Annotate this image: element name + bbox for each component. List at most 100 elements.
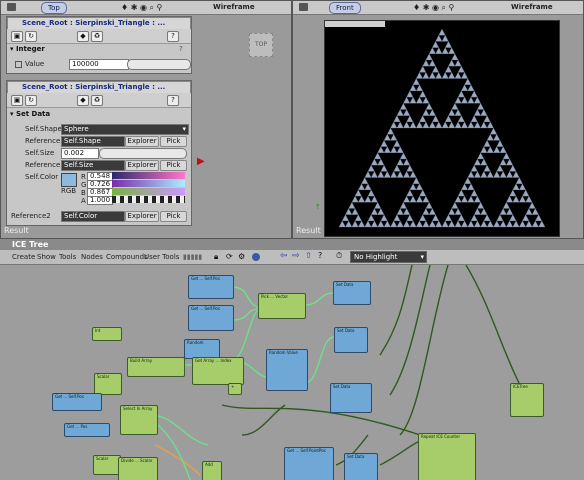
graph-node[interactable]: Repeat ICE Counter (418, 433, 476, 480)
menu-create[interactable]: Create (12, 253, 35, 261)
menu-show[interactable]: Show (37, 253, 56, 261)
shape-dropdown[interactable]: Sphere ▾ (61, 124, 189, 135)
lock-icon[interactable]: ▣ (11, 31, 23, 42)
left-viewport-toolbar: Top ♦ ✱ ◉ ⌕ ⚲ Wireframe (1, 1, 291, 15)
recycle-icon[interactable]: ♻ (91, 31, 103, 42)
timer-icon[interactable]: ⏱ (336, 251, 342, 261)
value-input[interactable]: 100000 (69, 59, 129, 70)
refresh-icon[interactable]: ⟳ (226, 252, 233, 261)
a-input[interactable]: 1.000 (87, 196, 113, 205)
reference-field[interactable]: Self.Shape (61, 136, 125, 147)
panel-toolbar: ▣ ↻ ◆ ♻ ? (7, 93, 191, 108)
reference2-field[interactable]: Self.Color (61, 211, 125, 222)
highlight-dropdown[interactable]: No Highlight ▾ (350, 251, 427, 263)
keyframe-icon[interactable]: ◆ (77, 31, 89, 42)
a-slider[interactable] (112, 196, 185, 203)
pick-button[interactable]: Pick (160, 211, 187, 222)
graph-node[interactable]: Get ... Self.Pos (52, 393, 102, 411)
b-slider[interactable] (112, 188, 185, 195)
graph-node[interactable]: Pick ... Vector (258, 293, 306, 319)
view-icons[interactable]: ♦ ✱ ◉ ⌕ ⚲ (413, 3, 454, 13)
lock-icon[interactable]: ▣ (11, 95, 23, 106)
graph-node[interactable]: Set Data (344, 453, 378, 480)
right-viewport[interactable]: Front ♦ ✱ ◉ ⌕ ⚲ Wireframe ↑ Result (292, 0, 584, 239)
viewport-footer: Result (4, 226, 29, 235)
size-slider[interactable] (99, 148, 187, 159)
ice-graph-canvas[interactable]: Get ... Self.Pos Get ... Self.Pos Random… (0, 265, 584, 480)
menu-user-tools[interactable]: User Tools (144, 253, 179, 261)
graph-node[interactable]: + (228, 383, 242, 395)
wire (465, 265, 521, 386)
up-arrow-icon[interactable]: ⇧ (305, 251, 312, 260)
menu-nodes[interactable]: Nodes (81, 253, 103, 261)
graph-node[interactable]: ICETree (510, 383, 544, 417)
grip-handles[interactable]: ▮▮▮▮▮ (183, 253, 202, 261)
keyframe-icon[interactable]: ◆ (77, 95, 89, 106)
display-mode-label[interactable]: Wireframe (511, 3, 553, 11)
forward-arrow-icon[interactable]: ⇨ (292, 251, 300, 261)
graph-node[interactable]: Get ... Pos (64, 423, 110, 437)
display-mode-label[interactable]: Wireframe (213, 3, 255, 11)
graph-node[interactable]: Set Data (334, 327, 368, 353)
wire (221, 404, 421, 436)
camera-icon[interactable] (7, 3, 16, 11)
view-selector[interactable]: Top (41, 2, 67, 14)
help-icon[interactable]: ? (167, 31, 179, 42)
animation-toggle[interactable] (15, 61, 22, 68)
refresh-icon[interactable]: ↻ (25, 31, 37, 42)
wire (231, 286, 259, 308)
graph-node[interactable]: Scalar (94, 373, 122, 395)
refresh-icon[interactable]: ↻ (25, 95, 37, 106)
pick-button[interactable]: Pick (160, 160, 187, 171)
ice-tree-title: ICE Tree (12, 240, 49, 249)
sphere-icon[interactable] (252, 253, 260, 261)
view-cube-gizmo[interactable]: TOP (249, 33, 273, 57)
graph-node[interactable]: Get ... Self.Pos (188, 275, 234, 299)
size-input[interactable]: 0.002 (61, 148, 99, 159)
a-label: A (81, 197, 86, 205)
view-icons[interactable]: ♦ ✱ ◉ ⌕ ⚲ (121, 3, 162, 13)
value-slider[interactable] (127, 59, 191, 70)
wire (241, 404, 286, 436)
explorer-button[interactable]: Explorer (125, 211, 159, 222)
sync-icon[interactable]: ⚙ (238, 252, 245, 261)
help-icon[interactable]: ? (167, 95, 179, 106)
graph-node[interactable]: Scalar (93, 455, 121, 475)
explorer-button[interactable]: Explorer (125, 136, 159, 147)
g-slider[interactable] (112, 180, 185, 187)
reference2-label: Reference2 (11, 212, 51, 220)
graph-node[interactable]: Random (184, 339, 220, 359)
graph-node[interactable]: Select In Array (120, 405, 158, 435)
graph-node[interactable]: Set Data (330, 383, 372, 413)
menu-compounds[interactable]: Compounds (106, 253, 148, 261)
graph-node[interactable]: Get ... Self.Pos (188, 305, 234, 331)
color-swatch[interactable] (61, 173, 77, 187)
graph-node[interactable]: Get Array ... Index (192, 357, 244, 385)
wire (149, 414, 209, 446)
section-integer[interactable]: ▾ Integer (10, 45, 45, 53)
panel-toolbar: ▣ ↻ ◆ ♻ ? (7, 29, 191, 44)
graph-node[interactable]: Divide ... Scalar (118, 457, 158, 480)
back-arrow-icon[interactable]: ⇦ (280, 251, 288, 261)
explorer-button[interactable]: Explorer (125, 160, 159, 171)
help-icon[interactable]: ? (318, 251, 322, 260)
help-icon[interactable]: ? (179, 45, 183, 53)
graph-node[interactable]: Add (202, 461, 222, 480)
graph-node[interactable]: Set Data (333, 281, 371, 305)
camera-icon[interactable] (299, 3, 308, 11)
recycle-icon[interactable]: ♻ (91, 95, 103, 106)
reference1-field[interactable]: Self.Size (61, 160, 125, 171)
menu-tools[interactable]: Tools (59, 253, 76, 261)
r-slider[interactable] (112, 172, 185, 179)
render-region[interactable] (324, 20, 560, 237)
graph-node[interactable]: Build Array (127, 357, 185, 377)
graph-node[interactable]: Int (92, 327, 122, 341)
section-set-data[interactable]: ▾ Set Data (10, 110, 50, 118)
wire (231, 310, 259, 361)
lock-icon[interactable]: 🔒︎ (214, 252, 218, 262)
r-label: R (81, 173, 86, 181)
graph-node[interactable]: Get ... Self.PointPos (284, 447, 334, 480)
pick-button[interactable]: Pick (160, 136, 187, 147)
graph-node[interactable]: Random Value (266, 349, 308, 391)
view-selector[interactable]: Front (329, 2, 361, 14)
